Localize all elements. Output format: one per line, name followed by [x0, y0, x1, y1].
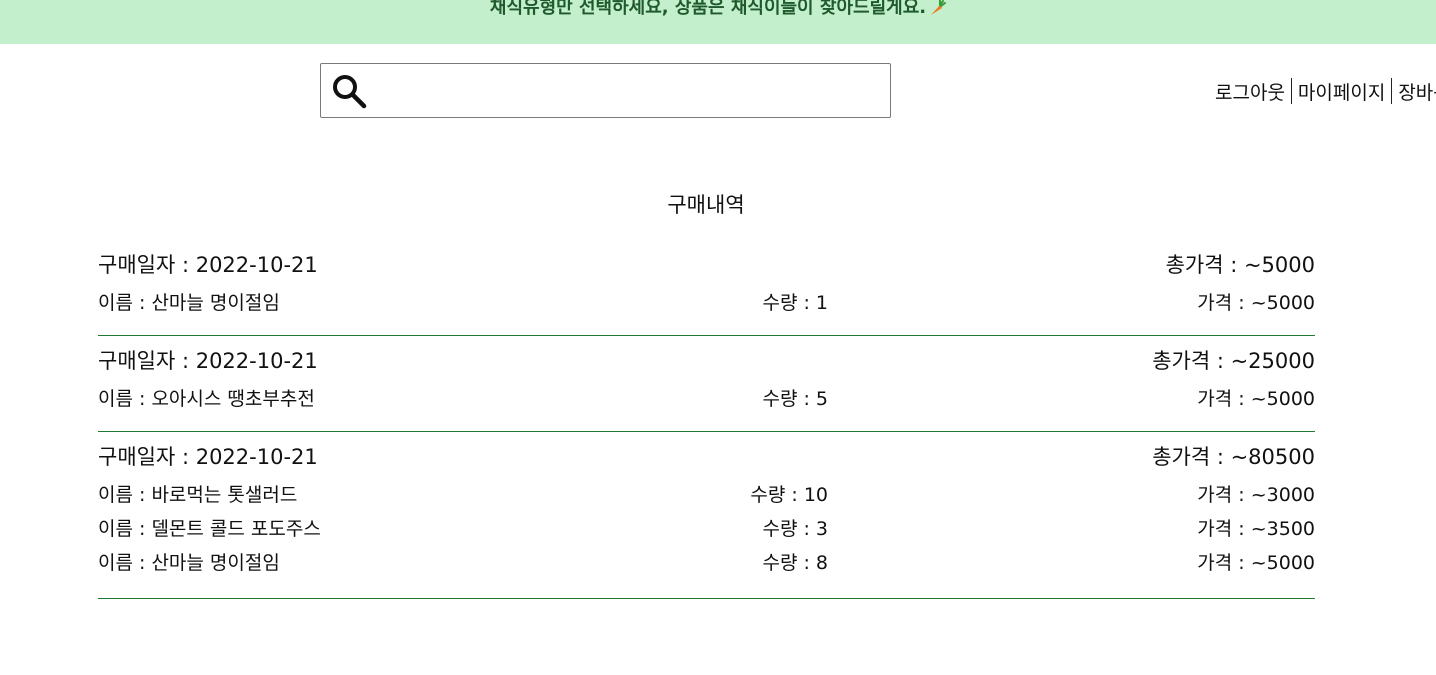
order-date: 구매일자 : 2022-10-21 — [98, 445, 318, 469]
order-date: 구매일자 : 2022-10-21 — [98, 253, 318, 277]
item-name: 이름 : 산마늘 명이절임 — [98, 292, 280, 314]
order-item: 이름 : 델몬트 콜드 포도주스 수량 : 3 가격 : ~3500 — [98, 510, 1315, 544]
search-input[interactable] — [377, 72, 881, 110]
item-price: 가격 : ~3500 — [1197, 518, 1315, 540]
order-spacer — [98, 414, 1315, 431]
item-quantity: 수량 : 3 — [762, 518, 828, 540]
item-price: 가격 : ~5000 — [1197, 388, 1315, 410]
logout-link[interactable]: 로그아웃 — [1215, 78, 1291, 105]
item-quantity: 수량 : 10 — [750, 484, 828, 506]
item-quantity: 수량 : 8 — [762, 552, 828, 574]
item-name: 이름 : 델몬트 콜드 포도주스 — [98, 518, 321, 540]
order-spacer — [98, 578, 1315, 598]
order-spacer — [98, 318, 1315, 335]
order-item: 이름 : 산마늘 명이절임 수량 : 8 가격 : ~5000 — [98, 544, 1315, 578]
top-banner: 채식유형만 선택하세요, 상품은 채식이들이 찾아드릴게요. — [0, 0, 1436, 44]
order-group: 구매일자 : 2022-10-21 총가격 : ~80500 이름 : 바로먹는… — [98, 432, 1315, 599]
cart-link[interactable]: 장바구니 — [1392, 78, 1436, 105]
order-header: 구매일자 : 2022-10-21 총가격 : ~80500 — [98, 432, 1315, 476]
order-item: 이름 : 산마늘 명이절임 수량 : 1 가격 : ~5000 — [98, 284, 1315, 318]
order-item: 이름 : 바로먹는 톳샐러드 수량 : 10 가격 : ~3000 — [98, 476, 1315, 510]
page-title: 구매내역 — [667, 193, 745, 217]
order-date: 구매일자 : 2022-10-21 — [98, 349, 318, 373]
order-header: 구매일자 : 2022-10-21 총가격 : ~25000 — [98, 336, 1315, 380]
item-price: 가격 : ~5000 — [1197, 552, 1315, 574]
order-group: 구매일자 : 2022-10-21 총가격 : ~25000 이름 : 오아시스… — [98, 336, 1315, 432]
carrot-icon — [931, 0, 947, 15]
item-price: 가격 : ~5000 — [1197, 292, 1315, 314]
order-group: 구매일자 : 2022-10-21 총가격 : ~5000 이름 : 산마늘 명… — [98, 240, 1315, 336]
mypage-link[interactable]: 마이페이지 — [1292, 78, 1391, 105]
item-quantity: 수량 : 1 — [762, 292, 828, 314]
order-total: 총가격 : ~5000 — [1165, 253, 1315, 277]
item-price: 가격 : ~3000 — [1197, 484, 1315, 506]
banner-message: 채식유형만 선택하세요, 상품은 채식이들이 찾아드릴게요. — [0, 0, 1436, 19]
item-name: 이름 : 산마늘 명이절임 — [98, 552, 280, 574]
search-icon[interactable] — [331, 73, 367, 109]
user-nav: 로그아웃 마이페이지 장바구니 — [1215, 77, 1436, 105]
order-item: 이름 : 오아시스 땡초부추전 수량 : 5 가격 : ~5000 — [98, 380, 1315, 414]
banner-text: 채식유형만 선택하세요, 상품은 채식이들이 찾아드릴게요. — [489, 0, 927, 18]
order-history-list: 구매일자 : 2022-10-21 총가격 : ~5000 이름 : 산마늘 명… — [98, 240, 1315, 599]
order-total: 총가격 : ~80500 — [1152, 445, 1315, 469]
order-header: 구매일자 : 2022-10-21 총가격 : ~5000 — [98, 240, 1315, 284]
item-name: 이름 : 바로먹는 톳샐러드 — [98, 484, 298, 506]
search-bar[interactable] — [320, 63, 891, 118]
item-quantity: 수량 : 5 — [762, 388, 828, 410]
item-name: 이름 : 오아시스 땡초부추전 — [98, 388, 315, 410]
order-total: 총가격 : ~25000 — [1152, 349, 1315, 373]
